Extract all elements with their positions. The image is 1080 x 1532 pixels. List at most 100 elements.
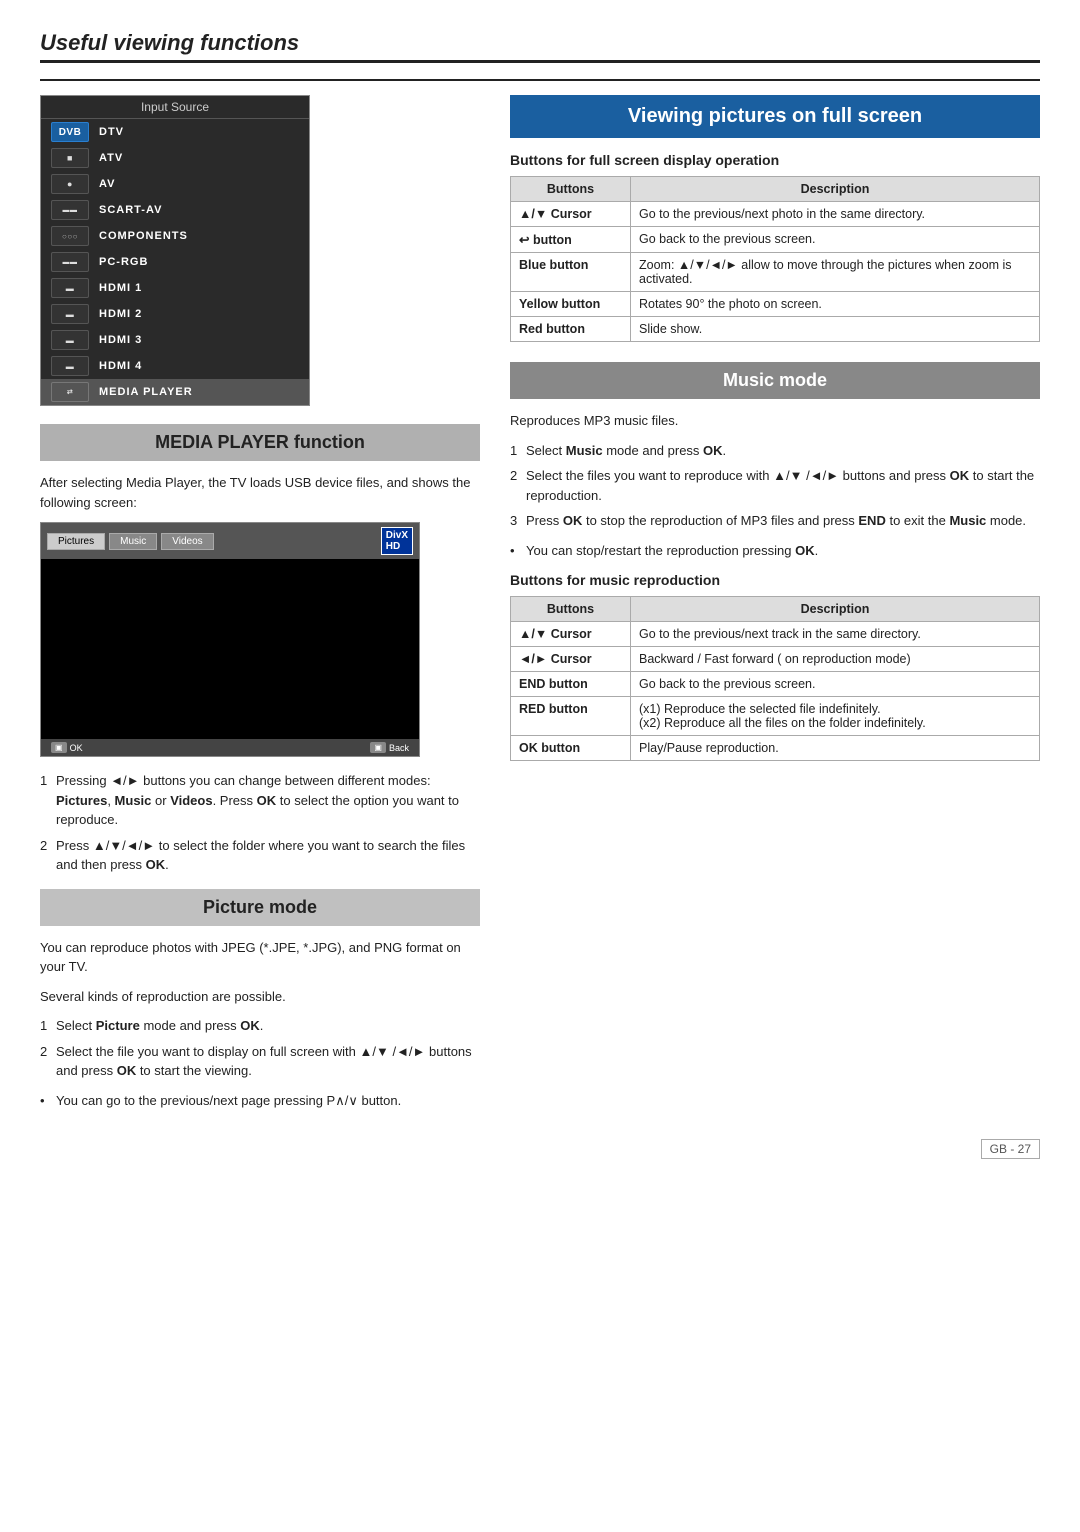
hdmi2-icon: ▬ [51, 304, 89, 324]
music-mode-body: Reproduces MP3 music files. [510, 411, 1040, 431]
desc-red: Slide show. [631, 317, 1040, 342]
desc-blue: Zoom: ▲/▼/◄/► allow to move through the … [631, 253, 1040, 292]
back-text: Back [389, 743, 409, 753]
input-row-mediaplayer[interactable]: ⇄ MEDIA PLAYER [41, 379, 309, 405]
fullscreen-sub-heading: Buttons for full screen display operatio… [510, 152, 1040, 168]
media-player-heading: MEDIA PLAYER function [40, 424, 480, 461]
input-row-scart[interactable]: ▬▬ SCART-AV [41, 197, 309, 223]
input-row-hdmi4[interactable]: ▬ HDMI 4 [41, 353, 309, 379]
hdmi1-label: HDMI 1 [99, 282, 142, 294]
hdmi3-icon: ▬ [51, 330, 89, 350]
tab-music[interactable]: Music [109, 533, 157, 550]
tab-videos[interactable]: Videos [161, 533, 213, 550]
page-number: GB - 27 [981, 1139, 1040, 1159]
pcrgb-icon: ▬▬ [51, 252, 89, 272]
table-row: END button Go back to the previous scree… [511, 672, 1040, 697]
table-row: Red button Slide show. [511, 317, 1040, 342]
music-desc-ok: Play/Pause reproduction. [631, 736, 1040, 761]
table-row: Yellow button Rotates 90° the photo on s… [511, 292, 1040, 317]
music-step-3: 3 Press OK to stop the reproduction of M… [510, 511, 1040, 531]
input-row-components[interactable]: ○○○ COMPONENTS [41, 223, 309, 249]
right-column: Viewing pictures on full screen Buttons … [510, 95, 1040, 1120]
music-desc-cursor-lr: Backward / Fast forward ( on reproductio… [631, 647, 1040, 672]
picture-bullet-1: You can go to the previous/next page pre… [40, 1091, 480, 1111]
table-row: OK button Play/Pause reproduction. [511, 736, 1040, 761]
tab-pictures[interactable]: Pictures [47, 533, 105, 550]
media-player-body: After selecting Media Player, the TV loa… [40, 473, 480, 512]
dtv-icon: DVB [51, 122, 89, 142]
player-footer: ▣ OK ▣ Back [41, 739, 419, 756]
picture-mode-body1: You can reproduce photos with JPEG (*.JP… [40, 938, 480, 977]
table-row: ▲/▼ Cursor Go to the previous/next track… [511, 622, 1040, 647]
input-source-header: Input Source [41, 96, 309, 119]
picture-step-2: 2 Select the file you want to display on… [40, 1042, 480, 1081]
btn-cursor-ud: ▲/▼ Cursor [511, 202, 631, 227]
page-title: Useful viewing functions [40, 30, 1040, 56]
picture-mode-steps: 1 Select Picture mode and press OK. 2 Se… [40, 1016, 480, 1081]
music-mode-steps: 1 Select Music mode and press OK. 2 Sele… [510, 441, 1040, 531]
picture-mode-body2: Several kinds of reproduction are possib… [40, 987, 480, 1007]
step-2: 2 Press ▲/▼/◄/► to select the folder whe… [40, 836, 480, 875]
picture-mode-bullets: You can go to the previous/next page pre… [40, 1091, 480, 1111]
input-source-menu: Input Source DVB DTV ■ ATV ● AV ▬▬ SCART… [40, 95, 310, 406]
player-tabs-bar: Pictures Music Videos DivXHD [41, 523, 419, 559]
atv-label: ATV [99, 152, 123, 164]
btn-red: Red button [511, 317, 631, 342]
music-desc-end: Go back to the previous screen. [631, 672, 1040, 697]
music-btn-ok: OK button [511, 736, 631, 761]
music-btn-red: RED button [511, 697, 631, 736]
hdmi3-label: HDMI 3 [99, 334, 142, 346]
music-bullet-1: You can stop/restart the reproduction pr… [510, 541, 1040, 561]
col-buttons: Buttons [511, 177, 631, 202]
music-btn-cursor-ud: ▲/▼ Cursor [511, 622, 631, 647]
step-1: 1 Pressing ◄/► buttons you can change be… [40, 771, 480, 830]
scart-icon: ▬▬ [51, 200, 89, 220]
atv-icon: ■ [51, 148, 89, 168]
music-table-heading: Buttons for music reproduction [510, 572, 1040, 588]
music-btn-cursor-lr: ◄/► Cursor [511, 647, 631, 672]
divx-logo: DivXHD [381, 527, 413, 555]
input-row-atv[interactable]: ■ ATV [41, 145, 309, 171]
hdmi4-label: HDMI 4 [99, 360, 142, 372]
input-row-hdmi1[interactable]: ▬ HDMI 1 [41, 275, 309, 301]
mediaplayer-label: MEDIA PLAYER [99, 386, 193, 398]
hdmi4-icon: ▬ [51, 356, 89, 376]
music-col-buttons: Buttons [511, 597, 631, 622]
scart-label: SCART-AV [99, 204, 162, 216]
input-row-pcrgb[interactable]: ▬▬ PC-RGB [41, 249, 309, 275]
back-icon: ▣ [370, 742, 386, 753]
table-row: Blue button Zoom: ▲/▼/◄/► allow to move … [511, 253, 1040, 292]
music-step-1: 1 Select Music mode and press OK. [510, 441, 1040, 461]
music-desc-red: (x1) Reproduce the selected file indefin… [631, 697, 1040, 736]
table-row: ▲/▼ Cursor Go to the previous/next photo… [511, 202, 1040, 227]
table-row: ↩ button Go back to the previous screen. [511, 227, 1040, 253]
input-row-av[interactable]: ● AV [41, 171, 309, 197]
back-button-label: ▣ Back [370, 742, 409, 753]
table-row: ◄/► Cursor Backward / Fast forward ( on … [511, 647, 1040, 672]
music-btn-end: END button [511, 672, 631, 697]
main-content: Input Source DVB DTV ■ ATV ● AV ▬▬ SCART… [40, 95, 1040, 1120]
media-player-steps: 1 Pressing ◄/► buttons you can change be… [40, 771, 480, 875]
hdmi2-label: HDMI 2 [99, 308, 142, 320]
music-col-description: Description [631, 597, 1040, 622]
btn-yellow: Yellow button [511, 292, 631, 317]
input-row-dtv[interactable]: DVB DTV [41, 119, 309, 145]
left-column: Input Source DVB DTV ■ ATV ● AV ▬▬ SCART… [40, 95, 480, 1120]
desc-cursor-ud: Go to the previous/next photo in the sam… [631, 202, 1040, 227]
pcrgb-label: PC-RGB [99, 256, 148, 268]
desc-yellow: Rotates 90° the photo on screen. [631, 292, 1040, 317]
dtv-label: DTV [99, 126, 124, 138]
music-bullets: You can stop/restart the reproduction pr… [510, 541, 1040, 561]
header-divider [40, 79, 1040, 81]
input-row-hdmi2[interactable]: ▬ HDMI 2 [41, 301, 309, 327]
col-description: Description [631, 177, 1040, 202]
btn-blue: Blue button [511, 253, 631, 292]
picture-step-1: 1 Select Picture mode and press OK. [40, 1016, 480, 1036]
music-table: Buttons Description ▲/▼ Cursor Go to the… [510, 596, 1040, 761]
music-desc-cursor-ud: Go to the previous/next track in the sam… [631, 622, 1040, 647]
av-label: AV [99, 178, 115, 190]
page-header: Useful viewing functions [40, 30, 1040, 63]
table-row: RED button (x1) Reproduce the selected f… [511, 697, 1040, 736]
mediaplayer-icon: ⇄ [51, 382, 89, 402]
input-row-hdmi3[interactable]: ▬ HDMI 3 [41, 327, 309, 353]
